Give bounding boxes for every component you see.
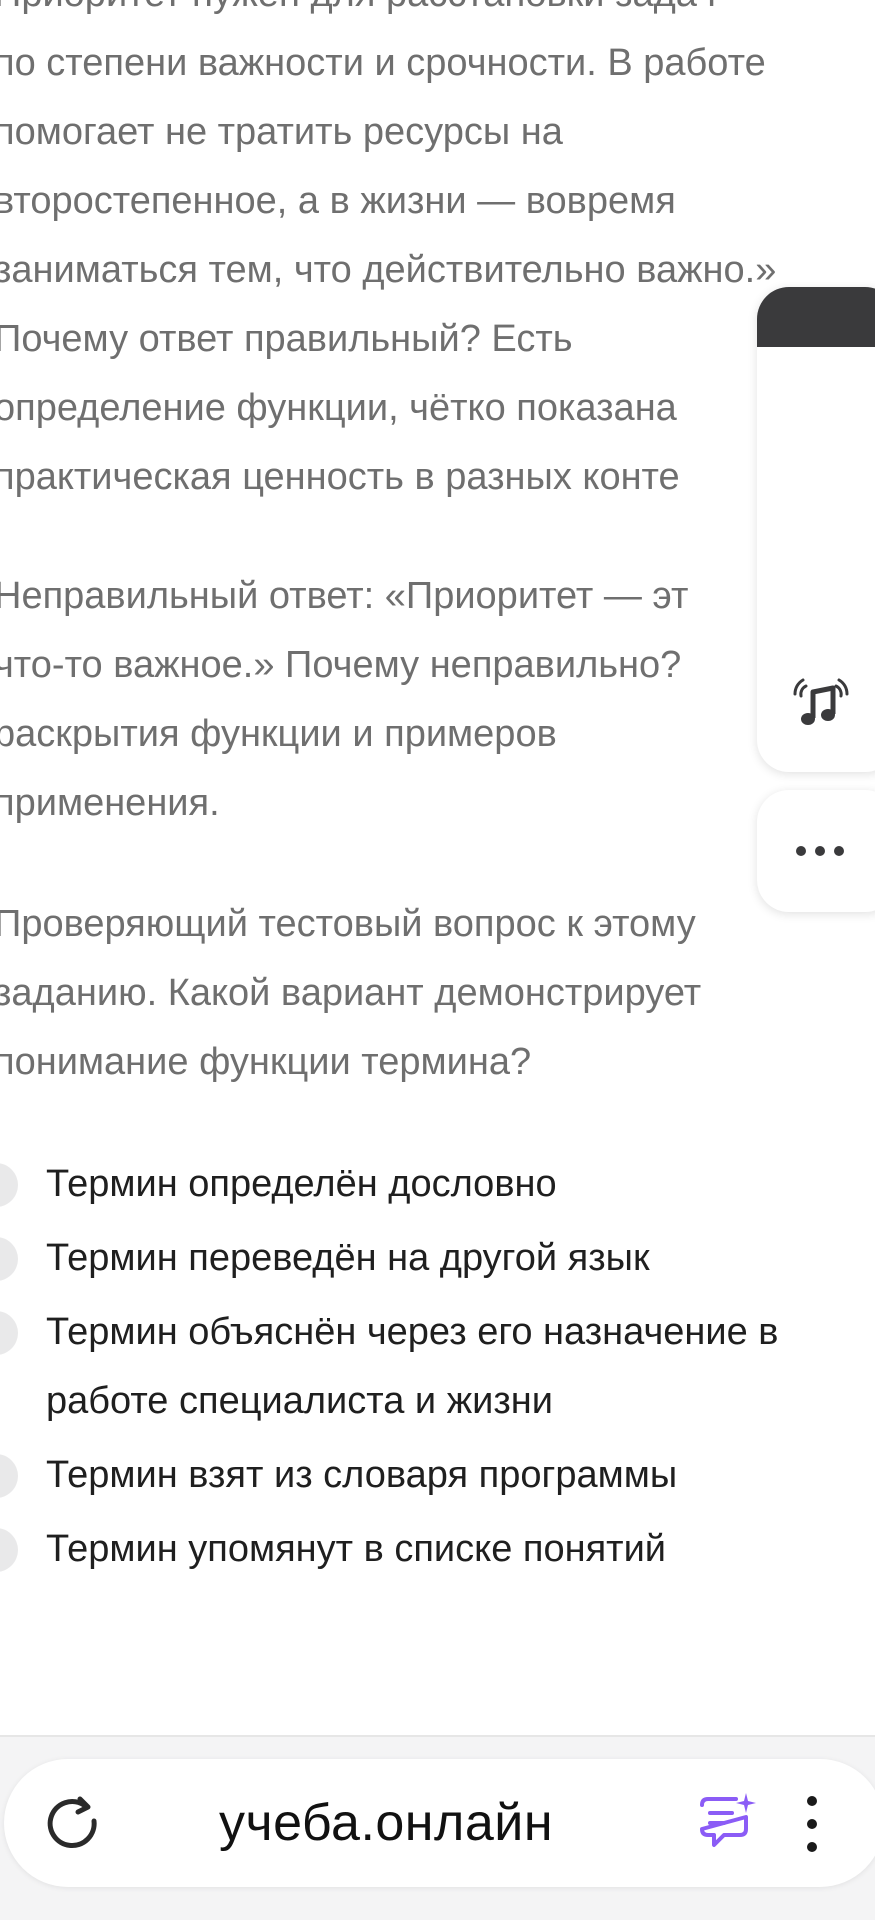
more-options-card[interactable] — [757, 790, 875, 912]
quiz-option-label[interactable]: Термин определён дословно — [46, 1150, 875, 1219]
quiz-option[interactable]: Термин определён дословно — [0, 1150, 875, 1219]
assistant-chat-icon[interactable] — [694, 1789, 760, 1855]
quiz-options: Термин определён дословно Термин перевед… — [0, 1150, 875, 1589]
text-line: по степени важности и срочности. В работ… — [0, 42, 766, 84]
radio-button[interactable] — [0, 1163, 18, 1207]
quiz-option[interactable]: Термин упомянут в списке понятий — [0, 1515, 875, 1584]
quiz-option-label[interactable]: Термин объяснён через его назначение в р… — [46, 1298, 875, 1436]
text-line: заниматься тем, что действительно важно.… — [0, 249, 777, 291]
panel-header — [757, 287, 875, 347]
text-line: Проверяющий тестовый вопрос к этому — [0, 903, 696, 945]
text-line: раскрытия функции и примеров — [0, 713, 557, 755]
text-line: практическая ценность в разных конте — [0, 456, 680, 498]
paragraph-correct-answer: Приоритет нужен для расстановки задач по… — [0, 0, 776, 512]
text-line: определение функции, чётко показана — [0, 387, 677, 429]
text-line: понимание функции термина? — [0, 1041, 532, 1083]
radio-button[interactable] — [0, 1311, 18, 1355]
url-text[interactable]: учеба.онлайн — [219, 1785, 553, 1861]
radio-button[interactable] — [0, 1237, 18, 1281]
quiz-option[interactable]: Термин взят из словаря программы — [0, 1441, 875, 1510]
text-line: заданию. Какой вариант демонстрирует — [0, 972, 702, 1014]
text-line: применения. — [0, 782, 220, 824]
quiz-option-label[interactable]: Термин взят из словаря программы — [46, 1441, 875, 1510]
article-content: Приоритет нужен для расстановки задач по… — [0, 0, 875, 1735]
floating-side-panel — [757, 287, 875, 772]
reload-icon[interactable] — [40, 1791, 104, 1855]
radio-button[interactable] — [0, 1528, 18, 1572]
quiz-option-label[interactable]: Термин переведён на другой язык — [46, 1224, 875, 1293]
text-line: второстепенное, а в жизни — вовремя — [0, 180, 676, 222]
text-line: помогает не тратить ресурсы на — [0, 111, 563, 153]
quiz-option-label[interactable]: Термин упомянут в списке понятий — [46, 1515, 875, 1584]
more-horizontal-icon[interactable] — [795, 845, 845, 857]
text-line: Почему ответ правильный? Есть — [0, 318, 573, 360]
quiz-option[interactable]: Термин объяснён через его назначение в р… — [0, 1298, 875, 1436]
text-line: что-то важное.» Почему неправильно? — [0, 644, 682, 686]
music-note-icon[interactable] — [789, 672, 853, 736]
address-bar[interactable]: учеба.онлайн — [4, 1759, 875, 1887]
radio-button[interactable] — [0, 1454, 18, 1498]
paragraph-wrong-answer: Неправильный ответ: «Приоритет — эт что-… — [0, 562, 688, 838]
text-line: Неправильный ответ: «Приоритет — эт — [0, 575, 689, 617]
menu-kebab-icon[interactable] — [800, 1793, 824, 1855]
text-line: Приоритет нужен для расстановки задач — [0, 0, 776, 29]
paragraph-test-question: Проверяющий тестовый вопрос к этому зада… — [0, 890, 701, 1097]
quiz-option[interactable]: Термин переведён на другой язык — [0, 1224, 875, 1293]
